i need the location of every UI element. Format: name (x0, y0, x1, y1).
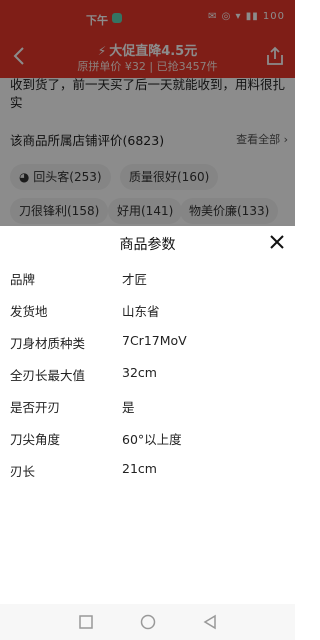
param-key: 刀尖角度 (10, 432, 61, 447)
circle-home-icon[interactable] (138, 612, 158, 632)
param-value: 60°以上度 (122, 432, 182, 447)
param-row: 品牌 才匠 (0, 266, 295, 290)
sheet-title: 商品参数 (119, 237, 176, 253)
triangle-back-icon[interactable] (200, 612, 220, 632)
param-key: 全刃长最大值 (10, 368, 86, 383)
param-row: 全刃长最大值 32cm (0, 362, 295, 386)
param-key: 刃长 (10, 464, 36, 479)
param-key: 刀身材质种类 (10, 336, 86, 351)
param-value: 山东省 (122, 304, 160, 319)
param-key: 品牌 (10, 272, 36, 287)
param-key: 发货地 (10, 304, 48, 319)
close-icon[interactable] (265, 230, 289, 254)
modal-overlay[interactable] (0, 0, 295, 226)
param-value: 才匠 (122, 272, 148, 287)
param-value: 是 (122, 400, 135, 415)
param-key: 是否开刃 (10, 400, 61, 415)
system-nav-bar (0, 604, 295, 640)
param-row: 刀尖角度 60°以上度 (0, 426, 295, 450)
param-row: 刀身材质种类 7Cr17MoV (0, 330, 295, 354)
param-value: 21cm (122, 461, 157, 476)
param-row: 是否开刃 是 (0, 394, 295, 418)
param-row: 发货地 山东省 (0, 298, 295, 322)
param-value: 7Cr17MoV (122, 333, 187, 348)
param-value: 32cm (122, 365, 157, 380)
param-row: 刃长 21cm (0, 458, 295, 482)
square-recents-icon[interactable] (76, 612, 96, 632)
product-params-sheet: 商品参数 品牌 才匠 发货地 山东省 刀身材质种类 7Cr17MoV 全刃长最大… (0, 226, 295, 604)
